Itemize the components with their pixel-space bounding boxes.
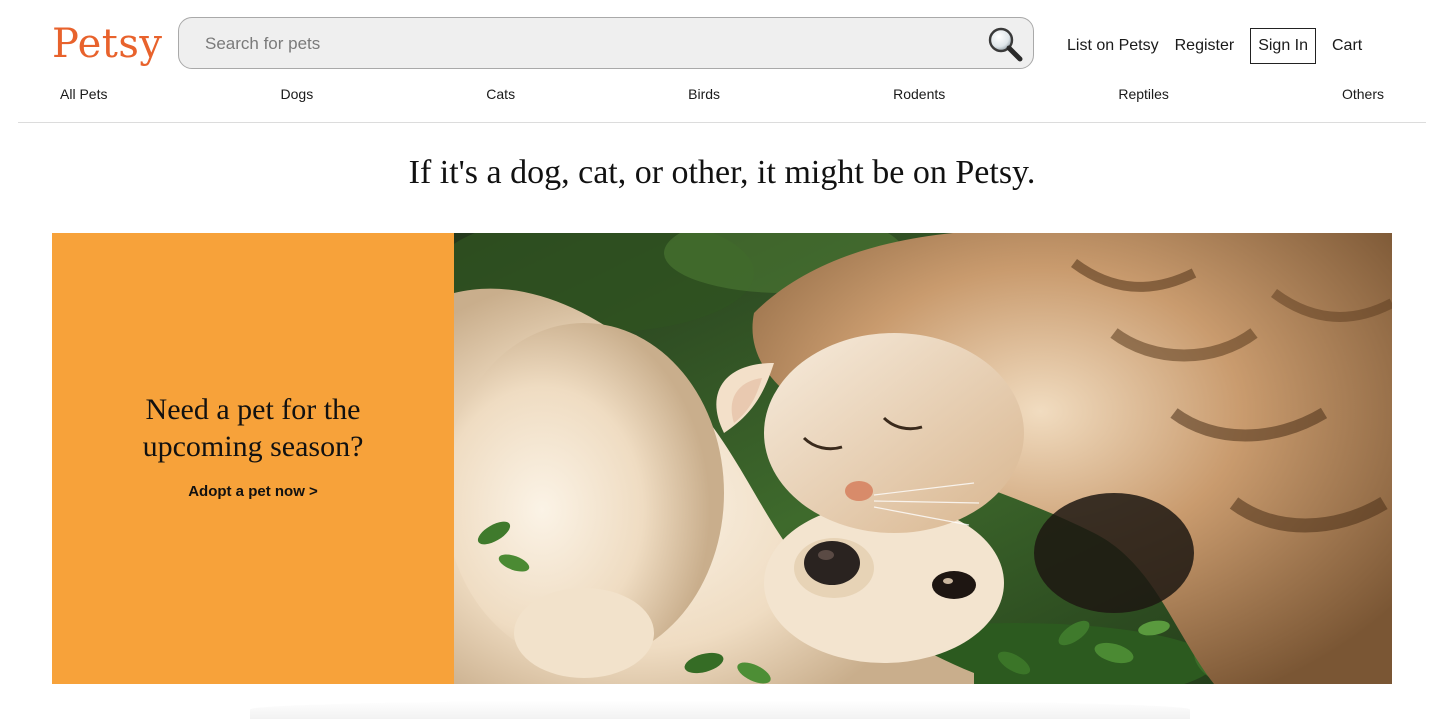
promo-heading-line-2: upcoming season?	[142, 430, 364, 463]
category-others[interactable]: Others	[1342, 86, 1384, 102]
promo-heading: Need a pet for the upcoming season?	[52, 391, 454, 465]
list-on-petsy-link[interactable]: List on Petsy	[1067, 37, 1159, 55]
search-input[interactable]	[203, 18, 967, 70]
cart-link[interactable]: Cart	[1332, 37, 1362, 55]
sign-in-button[interactable]: Sign In	[1250, 28, 1316, 64]
petsy-logo[interactable]: Petsy	[52, 18, 163, 70]
category-birds[interactable]: Birds	[688, 86, 720, 102]
category-dogs[interactable]: Dogs	[281, 86, 314, 102]
search-icon[interactable]	[987, 26, 1023, 62]
register-link[interactable]: Register	[1175, 37, 1235, 55]
hero-banner: Need a pet for the upcoming season? Adop…	[52, 233, 1392, 684]
category-nav: All Pets Dogs Cats Birds Rodents Reptile…	[60, 86, 1384, 102]
category-reptiles[interactable]: Reptiles	[1118, 86, 1169, 102]
promo-panel: Need a pet for the upcoming season? Adop…	[52, 233, 454, 684]
header-divider	[18, 122, 1426, 123]
hero-photo-cat-and-dog	[454, 233, 1392, 684]
search-bar[interactable]	[178, 17, 1034, 70]
account-nav: List on Petsy Register Sign In Cart	[1060, 28, 1362, 64]
promo-heading-line-1: Need a pet for the	[145, 393, 361, 426]
section-shadow	[250, 700, 1190, 719]
site-header: Petsy List on Petsy Register Sign In Car…	[0, 0, 1444, 122]
page-tagline: If it's a dog, cat, or other, it might b…	[408, 154, 1036, 191]
category-cats[interactable]: Cats	[486, 86, 515, 102]
adopt-pet-link[interactable]: Adopt a pet now >	[52, 483, 454, 500]
category-rodents[interactable]: Rodents	[893, 86, 945, 102]
category-all-pets[interactable]: All Pets	[60, 86, 107, 102]
